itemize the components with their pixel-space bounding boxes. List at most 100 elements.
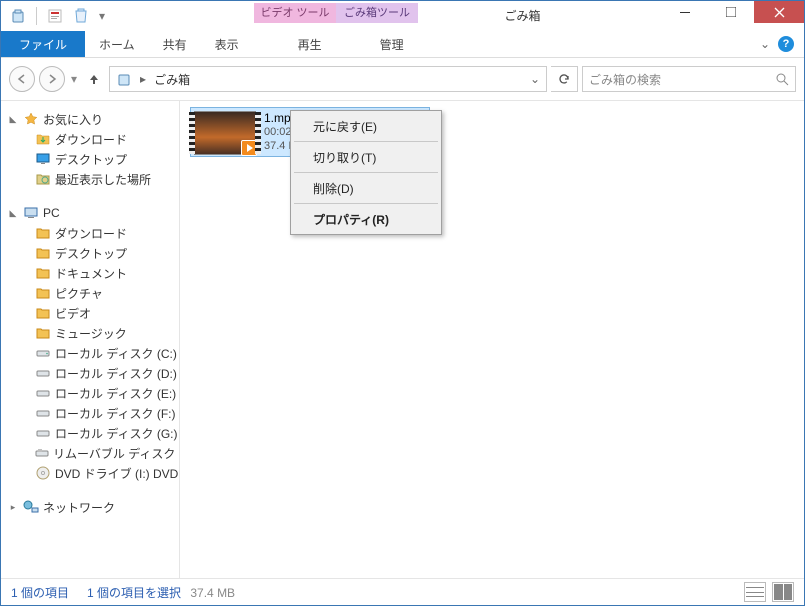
qat-dropdown-icon[interactable]: ▾ [96, 5, 108, 27]
desktop-icon [35, 151, 51, 167]
sidebar-item-drive-e[interactable]: ローカル ディスク (E:) [1, 383, 179, 403]
content-area[interactable]: 1.mp4 00:02 37.4 MB [180, 101, 804, 578]
contextual-tab-headers: ビデオ ツール ごみ箱ツール [254, 1, 418, 31]
folder-icon [35, 245, 51, 261]
minimize-button[interactable] [662, 1, 708, 23]
sidebar-item-dvd-i[interactable]: DVD ドライブ (I:) DVD [1, 463, 179, 483]
play-overlay-icon [241, 140, 257, 156]
drive-icon [35, 405, 51, 421]
tab-home[interactable]: ホーム [85, 31, 149, 57]
view-toggles [744, 582, 794, 602]
refresh-button[interactable] [551, 66, 578, 92]
drive-icon [35, 425, 51, 441]
tab-share[interactable]: 共有 [149, 31, 201, 57]
favorites-label: お気に入り [43, 111, 103, 128]
favorites-group: ◣ お気に入り ダウンロード デスクトップ 最近表示した場所 [1, 109, 179, 189]
sidebar-item-music[interactable]: ミュージック [1, 323, 179, 343]
history-dropdown-icon[interactable]: ▾ [71, 72, 77, 86]
recycle-bin-icon [116, 71, 132, 87]
context-header-video: ビデオ ツール [254, 3, 336, 23]
sidebar-item-recent[interactable]: 最近表示した場所 [1, 169, 179, 189]
quick-access-toolbar: ▾ [1, 1, 114, 31]
collapse-icon[interactable]: ◣ [7, 114, 19, 125]
sidebar-item-downloads2[interactable]: ダウンロード [1, 223, 179, 243]
sidebar-item-drive-g[interactable]: ローカル ディスク (G:) [1, 423, 179, 443]
navigation-bar: ▾ ▸ ごみ箱 ⌄ ごみ箱の検索 [1, 58, 804, 101]
network-group: ▸ ネットワーク [1, 497, 179, 517]
pc-root[interactable]: ◣ PC [1, 203, 179, 223]
window-controls [662, 1, 804, 31]
tab-view[interactable]: 表示 [201, 31, 253, 57]
back-button[interactable] [9, 66, 35, 92]
menu-delete[interactable]: 削除(D) [293, 175, 439, 201]
drive-icon [35, 385, 51, 401]
drive-icon [35, 345, 51, 361]
removable-drive-icon [35, 445, 49, 461]
address-dropdown-icon[interactable]: ⌄ [530, 72, 540, 86]
ribbon: ファイル ホーム 共有 表示 再生 管理 ⌄ ? [1, 31, 804, 58]
recent-places-icon [35, 171, 51, 187]
chevron-right-icon[interactable]: ▸ [140, 72, 146, 86]
collapse-icon[interactable]: ◣ [7, 208, 19, 219]
item-count: 1 個の項目 [11, 584, 69, 601]
drive-icon [35, 365, 51, 381]
maximize-button[interactable] [708, 1, 754, 23]
close-button[interactable] [754, 1, 804, 23]
expand-ribbon-icon[interactable]: ⌄ [760, 37, 770, 51]
titlebar: ▾ ビデオ ツール ごみ箱ツール ごみ箱 [1, 1, 804, 31]
menu-properties[interactable]: プロパティ(R) [293, 206, 439, 232]
folder-icon [35, 305, 51, 321]
sidebar-item-drive-d[interactable]: ローカル ディスク (D:) [1, 363, 179, 383]
details-view-button[interactable] [744, 582, 766, 602]
recycle-bin-icon[interactable] [7, 5, 29, 27]
context-menu: 元に戻す(E) 切り取り(T) 削除(D) プロパティ(R) [290, 110, 442, 235]
sidebar-item-desktop2[interactable]: デスクトップ [1, 243, 179, 263]
empty-bin-icon[interactable] [70, 5, 92, 27]
help-icon[interactable]: ? [778, 36, 794, 52]
menu-restore[interactable]: 元に戻す(E) [293, 113, 439, 139]
search-icon [775, 72, 789, 86]
large-icons-view-button[interactable] [772, 582, 794, 602]
navigation-pane: ◣ お気に入り ダウンロード デスクトップ 最近表示した場所 ◣ PC ダウンロ… [1, 101, 180, 578]
computer-icon [23, 205, 39, 221]
folder-icon [35, 225, 51, 241]
menu-separator [294, 172, 438, 173]
sidebar-item-downloads[interactable]: ダウンロード [1, 129, 179, 149]
selection-info: 1 個の項目を選択 37.4 MB [87, 584, 235, 601]
context-header-recyclebin: ごみ箱ツール [336, 3, 418, 23]
tab-manage[interactable]: 管理 [351, 31, 433, 57]
dvd-drive-icon [35, 465, 51, 481]
favorites-root[interactable]: ◣ お気に入り [1, 109, 179, 129]
up-button[interactable] [83, 68, 105, 90]
expand-icon[interactable]: ▸ [7, 502, 19, 513]
tab-playback[interactable]: 再生 [269, 31, 351, 57]
sidebar-item-drive-c[interactable]: ローカル ディスク (C:) [1, 343, 179, 363]
forward-button[interactable] [39, 66, 65, 92]
network-root[interactable]: ▸ ネットワーク [1, 497, 179, 517]
status-bar: 1 個の項目 1 個の項目を選択 37.4 MB [1, 578, 804, 605]
folder-icon [35, 325, 51, 341]
search-input[interactable]: ごみ箱の検索 [582, 66, 796, 92]
sidebar-item-desktop[interactable]: デスクトップ [1, 149, 179, 169]
search-placeholder: ごみ箱の検索 [589, 71, 661, 88]
sidebar-item-pictures[interactable]: ピクチャ [1, 283, 179, 303]
sidebar-item-documents[interactable]: ドキュメント [1, 263, 179, 283]
network-label: ネットワーク [43, 499, 115, 516]
menu-cut[interactable]: 切り取り(T) [293, 144, 439, 170]
folder-icon [35, 131, 51, 147]
folder-icon [35, 285, 51, 301]
video-thumbnail [194, 111, 256, 155]
pc-label: PC [43, 206, 60, 220]
pc-group: ◣ PC ダウンロード デスクトップ ドキュメント ピクチャ ビデオ ミュージッ… [1, 203, 179, 483]
file-tab[interactable]: ファイル [1, 31, 85, 57]
network-icon [23, 499, 39, 515]
menu-separator [294, 203, 438, 204]
properties-icon[interactable] [44, 5, 66, 27]
breadcrumb[interactable]: ごみ箱 [154, 71, 190, 88]
sidebar-item-drive-f[interactable]: ローカル ディスク (F:) [1, 403, 179, 423]
star-icon [23, 111, 39, 127]
explorer-window: ▾ ビデオ ツール ごみ箱ツール ごみ箱 ファイル ホーム 共有 表示 再生 管… [0, 0, 805, 606]
sidebar-item-videos[interactable]: ビデオ [1, 303, 179, 323]
sidebar-item-removable-h[interactable]: リムーバブル ディスク (H:) [1, 443, 179, 463]
address-bar[interactable]: ▸ ごみ箱 ⌄ [109, 66, 547, 92]
